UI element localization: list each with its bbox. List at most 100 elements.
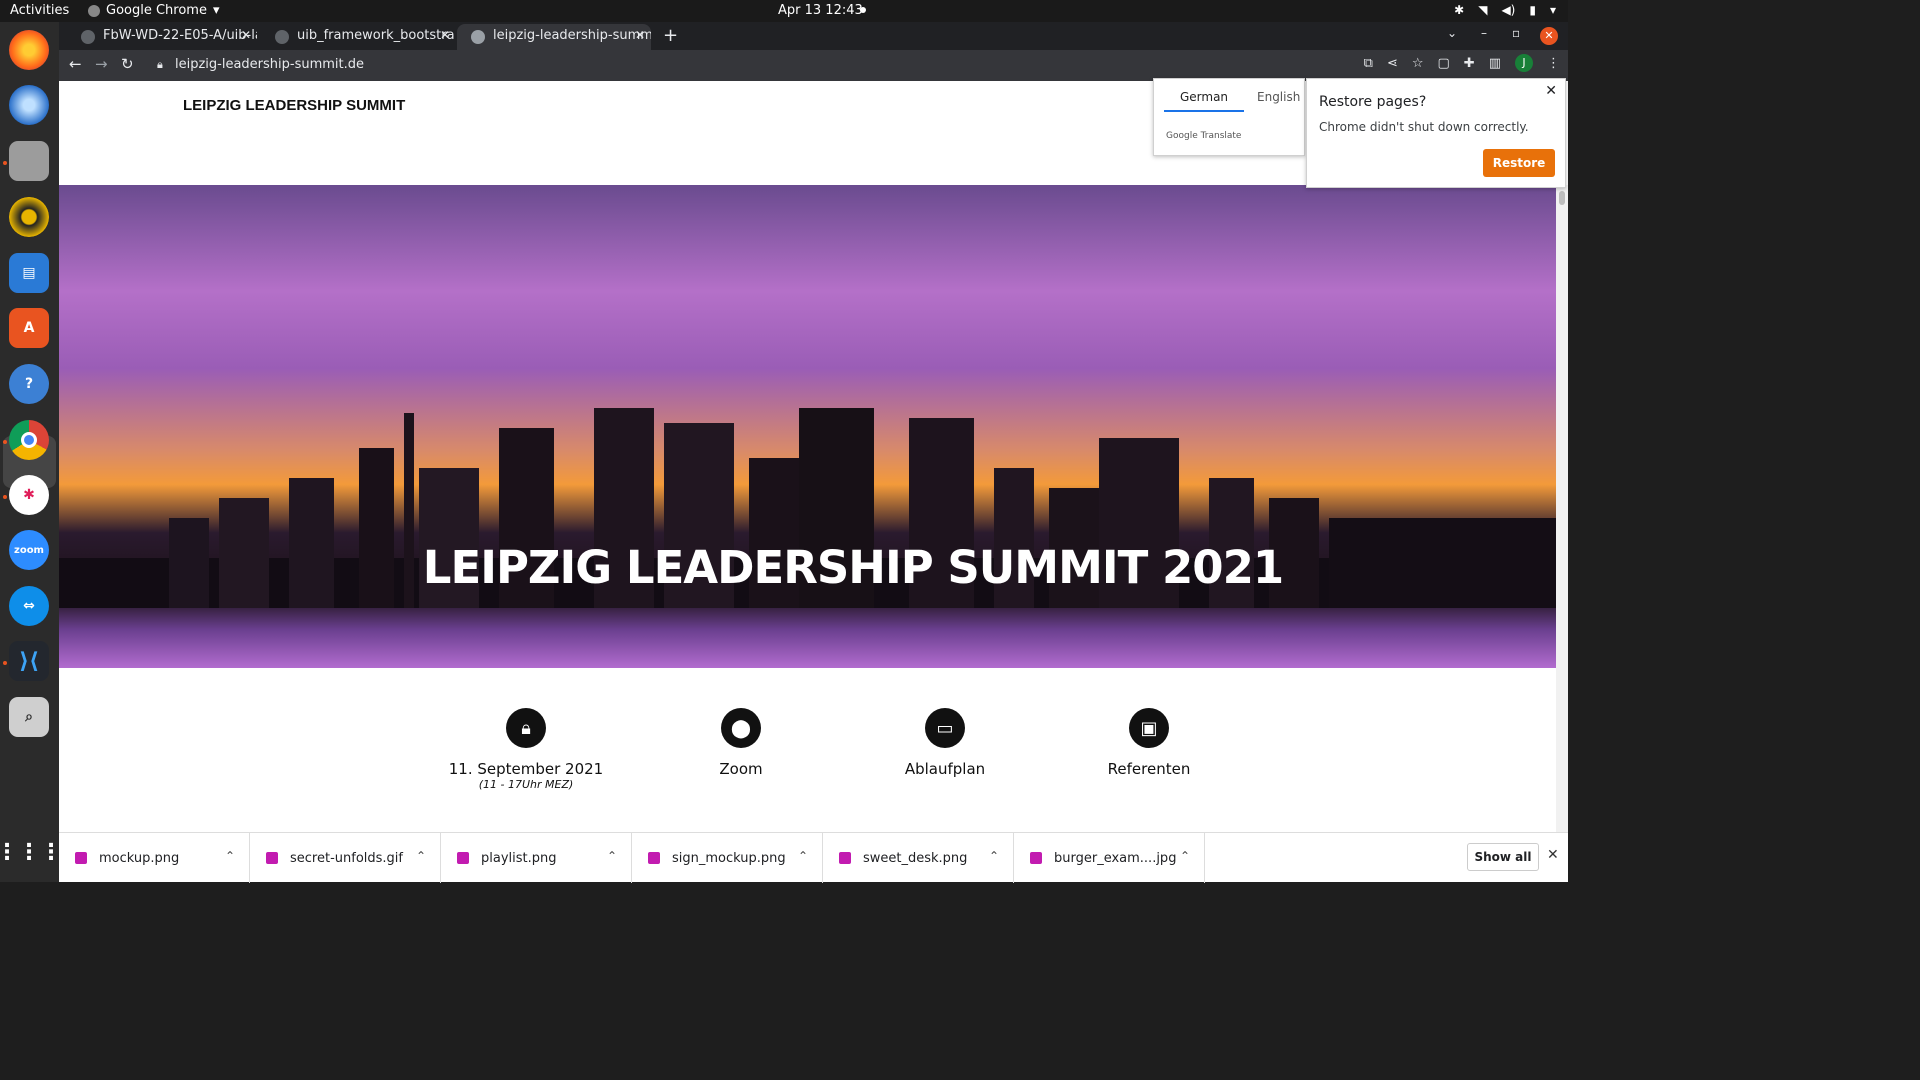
download-item[interactable]: sweet_desk.png ⌃ <box>823 833 1014 883</box>
restore-pages-popup: ✕ Restore pages? Chrome didn't shut down… <box>1306 78 1566 188</box>
zoom-icon[interactable]: zoom <box>9 530 49 570</box>
chevron-up-icon[interactable]: ⌃ <box>989 849 999 863</box>
image-file-icon <box>75 852 87 864</box>
slack-running-dot <box>3 495 7 499</box>
vscode-running-dot <box>3 661 7 665</box>
download-filename: secret-unfolds.gif <box>290 851 403 866</box>
firefox-icon[interactable] <box>9 30 49 70</box>
feature-referenten[interactable]: ▣ Referenten <box>1049 708 1249 778</box>
chevron-up-icon[interactable]: ⌃ <box>416 849 426 863</box>
forward-arrow-icon[interactable]: → <box>95 55 108 73</box>
feature-ablaufplan[interactable]: ▭ Ablaufplan <box>845 708 1045 778</box>
chevron-up-icon[interactable]: ⌃ <box>798 849 808 863</box>
download-filename: mockup.png <box>99 851 180 866</box>
translate-tab-english[interactable]: English <box>1257 90 1300 104</box>
download-filename: sign_mockup.png <box>672 851 786 866</box>
window-close-icon[interactable]: ✕ <box>1540 27 1558 45</box>
address-bar[interactable]: 🔒︎ leipzig-leadership-summit.de <box>151 53 1341 78</box>
close-tab-icon[interactable]: ✕ <box>635 28 645 42</box>
rhythmbox-icon[interactable] <box>9 197 49 237</box>
github-favicon-icon <box>275 30 289 44</box>
slack-tray-icon[interactable]: ✱ <box>1454 3 1464 17</box>
app-name: Google Chrome <box>106 3 207 18</box>
writer-icon[interactable]: ▤ <box>9 253 49 293</box>
chrome-small-icon <box>88 4 100 17</box>
download-item[interactable]: playlist.png ⌃ <box>441 833 632 883</box>
thunderbird-icon[interactable] <box>9 85 49 125</box>
new-tab-plus-icon[interactable]: + <box>663 25 678 46</box>
bookmark-star-icon[interactable]: ☆ <box>1412 56 1424 72</box>
tab-label: leipzig-leadership-summi <box>493 28 651 43</box>
extension-icon[interactable]: ▢ <box>1438 56 1450 72</box>
kebab-menu-icon[interactable]: ⋮ <box>1547 56 1560 72</box>
download-item[interactable]: sign_mockup.png ⌃ <box>632 833 823 883</box>
url-text: leipzig-leadership-summit.de <box>175 57 365 72</box>
wifi-icon[interactable]: ◥ <box>1478 3 1487 17</box>
chevron-up-icon[interactable]: ⌃ <box>1180 849 1190 863</box>
download-shelf: mockup.png ⌃ secret-unfolds.gif ⌃ playli… <box>59 832 1568 883</box>
extensions-puzzle-icon[interactable]: ✚ <box>1464 56 1475 72</box>
profile-avatar[interactable]: J <box>1515 54 1533 72</box>
feature-label: 11. September 2021 <box>448 760 604 778</box>
chevron-up-icon[interactable]: ⌃ <box>607 849 617 863</box>
reload-icon[interactable]: ↻ <box>121 55 134 73</box>
translate-tab-german[interactable]: German <box>1164 90 1244 112</box>
minimize-icon[interactable]: – <box>1481 26 1487 40</box>
gnome-top-bar: Activities Google Chrome ▾ Apr 13 12:43 … <box>0 0 1568 22</box>
download-item[interactable]: mockup.png ⌃ <box>59 833 250 883</box>
restore-message: Chrome didn't shut down correctly. <box>1319 120 1529 134</box>
tab-leipzig-summit[interactable]: leipzig-leadership-summi ✕ <box>457 24 651 50</box>
side-panel-icon[interactable]: ▥ <box>1489 56 1501 72</box>
restore-button[interactable]: Restore <box>1483 149 1555 177</box>
software-center-icon[interactable]: A <box>9 308 49 348</box>
volume-icon[interactable]: ◀) <box>1501 3 1515 17</box>
chevron-up-icon[interactable]: ⌃ <box>225 849 235 863</box>
battery-icon[interactable]: ▮ <box>1529 3 1536 17</box>
feature-date[interactable]: 🔒︎ 11. September 2021 (11 - 17Uhr MEZ) <box>426 708 626 791</box>
chrome-icon[interactable] <box>9 420 49 460</box>
show-apps-grid-icon[interactable]: ⋮⋮⋮ <box>0 832 62 872</box>
ubuntu-dock: ▤ A ? ✱ zoom ⇔ ⟩⟨ ⌕ ⋮⋮⋮ <box>0 22 62 882</box>
scrollbar-thumb[interactable] <box>1559 191 1565 205</box>
teamviewer-icon[interactable]: ⇔ <box>9 586 49 626</box>
share-icon[interactable]: ⋖ <box>1387 56 1398 72</box>
feature-zoom[interactable]: ⬤ Zoom <box>641 708 841 778</box>
location-pin-icon: ⬤ <box>721 708 761 748</box>
download-filename: playlist.png <box>481 851 557 866</box>
google-translate-brand: Google Translate <box>1166 131 1242 141</box>
activities-button[interactable]: Activities <box>10 3 69 18</box>
tab-search-chevron-icon[interactable]: ⌄ <box>1447 26 1457 40</box>
close-icon[interactable]: ✕ <box>1545 83 1557 99</box>
translate-icon[interactable]: ⧉ <box>1364 56 1373 72</box>
power-menu-icon[interactable]: ▾ <box>1550 3 1556 17</box>
vscode-icon[interactable]: ⟩⟨ <box>9 641 49 681</box>
files-running-dot <box>3 161 7 165</box>
close-download-shelf-icon[interactable]: ✕ <box>1547 847 1559 863</box>
site-title[interactable]: LEIPZIG LEADERSHIP SUMMIT <box>183 97 405 114</box>
lock-icon: 🔒︎ <box>506 708 546 748</box>
system-tray[interactable]: ✱ ◥ ◀) ▮ ▾ <box>1454 3 1556 17</box>
monitor-icon: ▭ <box>925 708 965 748</box>
notification-dot <box>860 7 866 13</box>
tab-uib-layout[interactable]: FbW-WD-22-E05-A/uib-lay ✕ <box>67 24 257 50</box>
show-all-downloads-button[interactable]: Show all <box>1467 843 1539 871</box>
app-menu[interactable]: Google Chrome ▾ <box>88 3 220 18</box>
screenshot-search-icon[interactable]: ⌕ <box>9 697 49 737</box>
lock-icon[interactable]: 🔒︎ <box>157 58 163 72</box>
close-tab-icon[interactable]: ✕ <box>440 28 450 42</box>
close-tab-icon[interactable]: ✕ <box>241 28 251 42</box>
maximize-icon[interactable]: ▫ <box>1512 26 1520 40</box>
download-filename: burger_exam....jpg <box>1054 851 1177 866</box>
back-arrow-icon[interactable]: ← <box>69 55 82 73</box>
download-item[interactable]: burger_exam....jpg ⌃ <box>1014 833 1205 883</box>
files-icon[interactable] <box>9 141 49 181</box>
translate-popup: German English Google Translate <box>1153 78 1305 156</box>
download-item[interactable]: secret-unfolds.gif ⌃ <box>250 833 441 883</box>
help-icon[interactable]: ? <box>9 364 49 404</box>
tab-uib-framework[interactable]: uib_framework_bootstra ✕ <box>261 24 456 50</box>
clock[interactable]: Apr 13 12:43 <box>778 3 863 18</box>
dropdown-arrow-icon: ▾ <box>212 3 220 18</box>
page-scrollbar[interactable] <box>1556 185 1568 832</box>
feature-label: Ablaufplan <box>904 760 986 778</box>
slack-icon[interactable]: ✱ <box>9 475 49 515</box>
